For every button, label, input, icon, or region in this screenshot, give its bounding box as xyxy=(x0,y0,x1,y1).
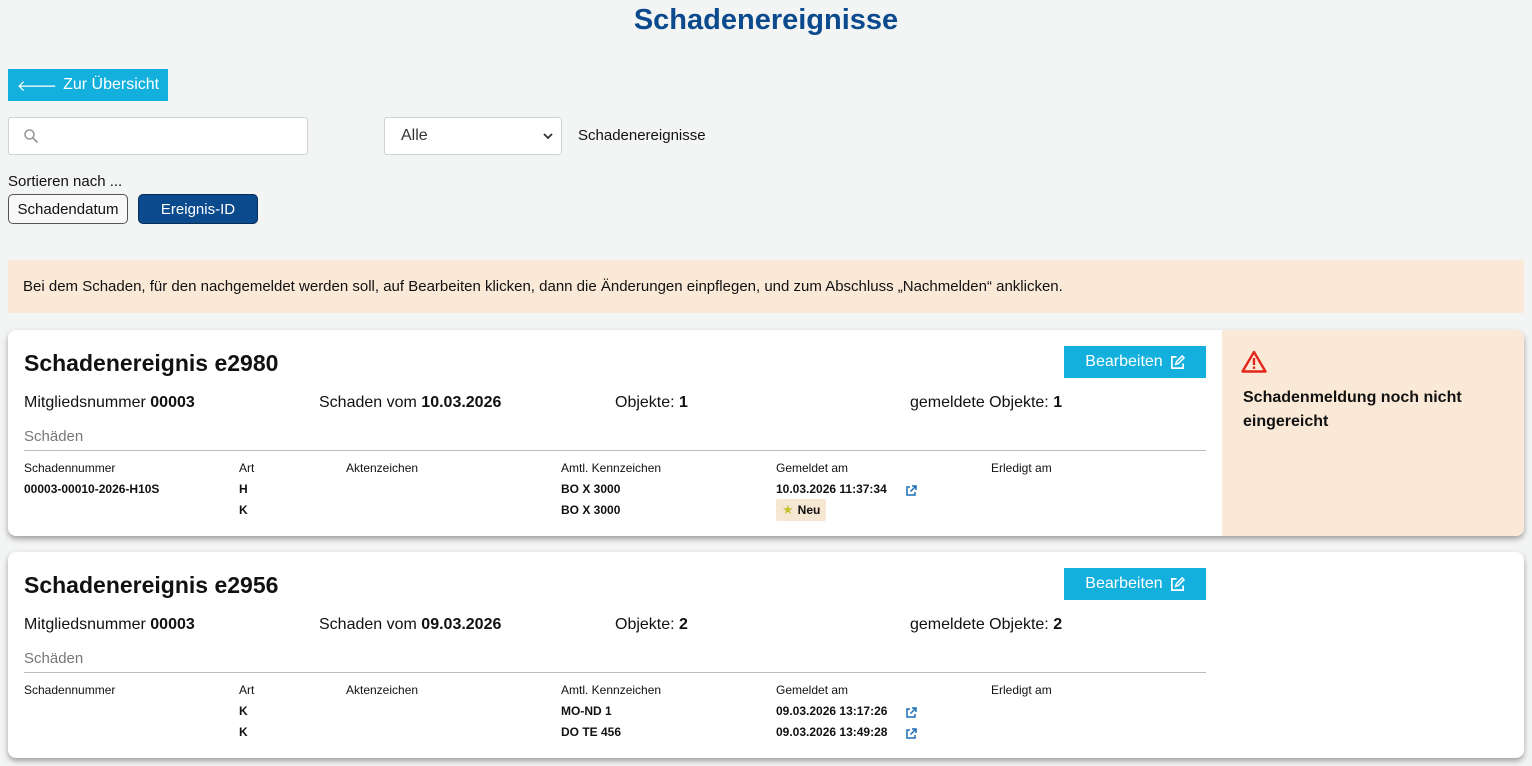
reported-object-count: gemeldete Objekte: 1 xyxy=(910,394,1063,411)
sort-by-event-id-button[interactable]: Ereignis-ID xyxy=(138,194,258,224)
edit-button[interactable]: Bearbeiten xyxy=(1064,346,1206,378)
event-filter-label: Schadenereignisse xyxy=(578,127,706,144)
sort-by-date-button[interactable]: Schadendatum xyxy=(8,194,128,224)
damage-type: K xyxy=(239,503,248,517)
col-header-type: Art xyxy=(239,683,255,697)
external-link-icon[interactable] xyxy=(905,728,917,740)
col-header-type: Art xyxy=(239,461,255,475)
search-icon xyxy=(24,129,39,144)
divider xyxy=(24,450,1206,451)
damage-type: K xyxy=(239,704,248,718)
sort-label: Sortieren nach ... xyxy=(8,173,123,190)
damage-number: 00003-00010-2026-H10S xyxy=(24,482,160,496)
damage-type: K xyxy=(239,725,248,739)
warning-icon xyxy=(1241,350,1267,373)
col-header-number: Schadennummer xyxy=(24,461,116,475)
event-title: Schadenereignis e2956 xyxy=(24,572,279,598)
damage-date: Schaden vom 09.03.2026 xyxy=(319,616,502,633)
star-icon: ★ xyxy=(782,502,794,517)
plate-number: BO X 3000 xyxy=(561,482,621,496)
reported-object-count: gemeldete Objekte: 2 xyxy=(910,616,1063,633)
col-header-plate: Amtl. Kennzeichen xyxy=(561,461,662,475)
edit-button-label: Bearbeiten xyxy=(1085,575,1163,592)
reported-at: 09.03.2026 13:49:28 xyxy=(776,725,888,739)
status-panel: Schadenmeldung noch nicht eingereicht xyxy=(1222,330,1524,536)
back-to-overview-button[interactable]: 🡐 Zur Übersicht xyxy=(8,69,168,101)
edit-button[interactable]: Bearbeiten xyxy=(1064,568,1206,600)
plate-number: DO TE 456 xyxy=(561,725,622,739)
arrow-left-icon: 🡐 xyxy=(16,77,58,95)
external-link-icon[interactable] xyxy=(905,485,917,497)
page-title: Schadenereignisse xyxy=(633,4,899,36)
damages-heading: Schäden xyxy=(24,428,84,445)
damage-date: Schaden vom 10.03.2026 xyxy=(319,394,502,411)
col-header-plate: Amtl. Kennzeichen xyxy=(561,683,662,697)
new-badge-label: Neu xyxy=(797,503,821,517)
plate-number: MO-ND 1 xyxy=(561,704,612,718)
object-count: Objekte: 2 xyxy=(615,616,688,633)
info-text: Bei dem Schaden, für den nachgemeldet we… xyxy=(23,278,1063,295)
event-filter-select[interactable]: Alle xyxy=(384,117,562,155)
event-title: Schadenereignis e2980 xyxy=(24,350,279,376)
member-number: Mitgliedsnummer 00003 xyxy=(24,394,195,411)
event-filter-value: Alle xyxy=(401,127,428,144)
back-button-label: Zur Übersicht xyxy=(63,76,160,93)
col-header-number: Schadennummer xyxy=(24,683,116,697)
col-header-reported: Gemeldet am xyxy=(776,461,849,475)
col-header-reported: Gemeldet am xyxy=(776,683,849,697)
status-text: Schadenmeldung noch nicht eingereicht xyxy=(1243,389,1462,430)
edit-icon xyxy=(1170,576,1185,591)
damage-type: H xyxy=(239,482,248,496)
col-header-done: Erledigt am xyxy=(991,683,1052,697)
reported-at: 10.03.2026 11:37:34 xyxy=(776,482,887,496)
new-badge: ★ Neu xyxy=(776,499,827,521)
edit-button-label: Bearbeiten xyxy=(1085,353,1163,370)
damages-heading: Schäden xyxy=(24,650,84,667)
plate-number: BO X 3000 xyxy=(561,503,621,517)
col-header-done: Erledigt am xyxy=(991,461,1052,475)
col-header-file: Aktenzeichen xyxy=(346,461,419,475)
edit-icon xyxy=(1170,354,1185,369)
external-link-icon[interactable] xyxy=(905,707,917,719)
col-header-file: Aktenzeichen xyxy=(346,683,419,697)
member-number: Mitgliedsnummer 00003 xyxy=(24,616,195,633)
search-input[interactable] xyxy=(49,124,299,150)
event-card: Schadenereignis e2956 Bearbeiten Mitglie… xyxy=(8,552,1524,758)
object-count: Objekte: 1 xyxy=(615,394,688,411)
info-banner: Bei dem Schaden, für den nachgemeldet we… xyxy=(8,260,1524,313)
search-field[interactable] xyxy=(8,117,308,155)
divider xyxy=(24,672,1206,673)
reported-at: 09.03.2026 13:17:26 xyxy=(776,704,888,718)
chevron-down-icon xyxy=(543,133,553,140)
event-card: Schadenereignis e2980 Bearbeiten Mitglie… xyxy=(8,330,1524,536)
